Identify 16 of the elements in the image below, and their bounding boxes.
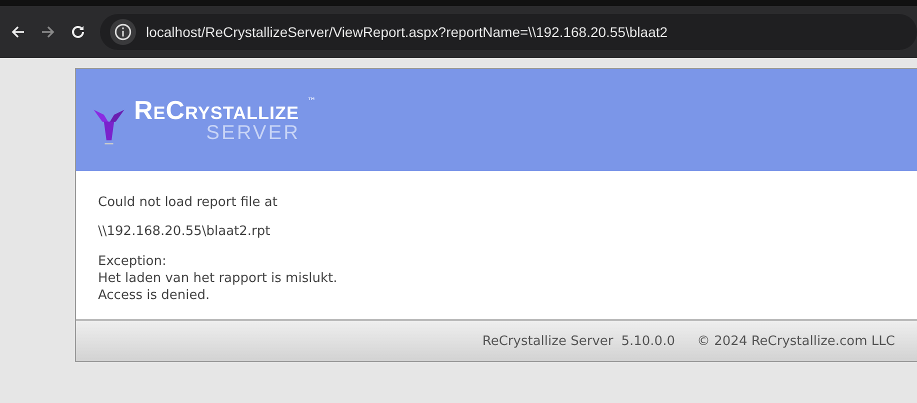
exception-message: Access is denied. — [98, 287, 210, 304]
brand-subtitle: SERVER — [206, 123, 300, 143]
address-bar[interactable]: localhost/ReCrystallizeServer/ViewReport.aspx?reportName=\\192.168.20.55\blaat2 — [100, 14, 917, 50]
exception-message: Het laden van het rapport is mislukt. — [98, 270, 338, 287]
version-number: 5.10.0.0 — [621, 334, 675, 348]
exception-label: Exception: — [98, 253, 166, 270]
back-icon[interactable] — [10, 24, 26, 40]
trademark-mark: ™ — [307, 97, 316, 107]
reload-icon[interactable] — [70, 24, 86, 40]
product-name: ReCrystallize Server — [482, 334, 614, 348]
info-icon[interactable] — [110, 19, 136, 45]
error-message: \\192.168.20.55\blaat2.rpt — [98, 224, 272, 239]
error-message: Could not load report file at — [98, 195, 278, 210]
copyright-text: © 2024 ReCrystallize.com LLC — [697, 334, 895, 348]
brand-name: ReCrystallize — [134, 97, 300, 123]
forward-icon[interactable] — [40, 24, 56, 40]
